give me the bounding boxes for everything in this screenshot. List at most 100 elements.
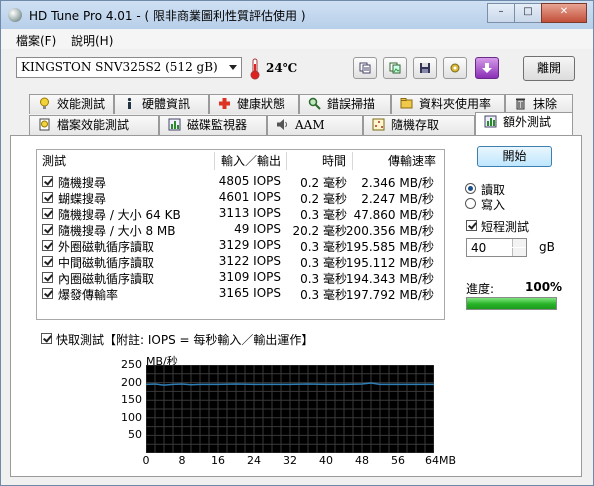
app-disk-icon — [8, 8, 22, 22]
menu-bar: 檔案(F) 說明(H) — [1, 29, 593, 49]
caption-buttons: – □ ✕ — [487, 3, 587, 23]
col-header-ops: 輸入／輸出 — [221, 154, 282, 168]
exit-button[interactable]: 離開 — [523, 56, 575, 81]
download-button[interactable] — [475, 57, 499, 79]
row-test-name: 隨機搜尋 / 大小 64 KB — [58, 208, 181, 222]
row-rate: 2.247 MB/秒 — [361, 192, 434, 206]
menu-file[interactable]: 檔案(F) — [16, 32, 56, 49]
menu-help[interactable]: 說明(H) — [71, 32, 113, 49]
app-window: HD Tune Pro 4.01 - ( 限非商業圖利性質評估使用 ) – □ … — [0, 0, 594, 486]
row-checkbox[interactable] — [42, 192, 53, 203]
file-benchmark-icon — [39, 118, 50, 131]
header-separator — [352, 152, 353, 170]
row-rate: 195.585 MB/秒 — [345, 240, 434, 254]
row-checkbox[interactable] — [42, 240, 53, 251]
chart-y-tick-label: 200 — [121, 375, 142, 389]
save-button[interactable] — [413, 57, 437, 79]
maximize-button[interactable]: □ — [514, 3, 542, 23]
row-test-name: 隨機搜尋 / 大小 8 MB — [58, 224, 176, 238]
chart-x-tick-label: 56 — [391, 454, 405, 467]
start-button[interactable]: 開始 — [477, 146, 552, 167]
quick-test-checkbox[interactable] — [41, 333, 52, 344]
row-test-name: 蝴蝶搜尋 — [58, 192, 107, 206]
quick-test-label: 快取測試【附註: IOPS = 每秒輸入／輸出運作】 — [56, 333, 314, 347]
random-access-icon — [372, 118, 385, 131]
row-checkbox[interactable] — [42, 224, 53, 235]
progress-label: 進度: — [466, 282, 495, 296]
table-row: 隨機搜尋 / 大小 64 KB 3113 IOPS 0.3 毫秒 47.860 … — [37, 206, 444, 222]
copy-icon — [359, 62, 371, 74]
short-test-size-stepper[interactable]: 40 — [466, 238, 527, 257]
speaker-icon — [277, 119, 287, 130]
row-checkbox[interactable] — [42, 272, 53, 283]
progress-value: 100% — [525, 280, 563, 294]
row-ops: 49 IOPS — [234, 222, 281, 236]
health-cross-icon — [219, 98, 230, 109]
chart-x-tick-label: 32 — [283, 454, 297, 467]
row-ops: 4601 IOPS — [218, 190, 281, 204]
row-time: 0.2 毫秒 — [300, 192, 347, 206]
thermometer-icon — [250, 58, 260, 80]
row-test-name: 隨機搜尋 — [58, 176, 107, 190]
col-header-time: 時間 — [322, 154, 347, 168]
tab-benchmark[interactable]: 效能測試 — [29, 94, 114, 114]
read-radio[interactable] — [465, 183, 476, 194]
results-table: 測試 輸入／輸出 時間 傳輸速率 隨機搜尋 4805 IOPS 0.2 毫秒 2… — [36, 149, 445, 320]
chart-x-tick-label: 64MB — [425, 454, 457, 467]
temperature-value: 24℃ — [266, 61, 298, 75]
window-title: HD Tune Pro 4.01 - ( 限非商業圖利性質評估使用 ) — [29, 9, 306, 23]
row-ops: 3129 IOPS — [218, 238, 281, 252]
progress-bar-fill — [467, 298, 556, 309]
chart-x-tick-label: 40 — [319, 454, 333, 467]
tab-file-benchmark[interactable]: 檔案效能測試 — [29, 115, 159, 135]
title-bar: HD Tune Pro 4.01 - ( 限非商業圖利性質評估使用 ) – □ … — [1, 1, 593, 29]
row-rate: 194.343 MB/秒 — [345, 272, 434, 286]
short-test-checkbox[interactable] — [466, 220, 477, 231]
chart-y-tick-label: 100 — [121, 410, 142, 424]
tab-folder-usage[interactable]: 資料夾使用率 — [391, 94, 505, 114]
download-arrow-icon — [482, 63, 492, 73]
row-rate: 197.792 MB/秒 — [345, 288, 434, 302]
chart-y-tick-label: 250 — [121, 358, 142, 371]
tab-aam[interactable]: AAM — [267, 115, 363, 135]
tab-disk-monitor[interactable]: 磁碟監視器 — [159, 115, 267, 135]
copy-text-button[interactable] — [353, 57, 377, 79]
size-unit-label: gB — [539, 240, 555, 254]
tab-error-scan[interactable]: 錯誤掃描 — [299, 94, 391, 114]
tab-extra-tests[interactable]: 額外測試 — [475, 112, 573, 135]
table-row: 中間磁軌循序讀取 3122 IOPS 0.3 毫秒 195.112 MB/秒 — [37, 254, 444, 270]
trash-icon — [516, 98, 525, 110]
tab-health[interactable]: 健康狀態 — [209, 94, 299, 114]
options-button[interactable] — [443, 57, 467, 79]
row-time: 0.2 毫秒 — [300, 176, 347, 190]
write-radio[interactable] — [465, 198, 476, 209]
tab-random-access[interactable]: 隨機存取 — [363, 115, 475, 135]
benchmark-icon — [40, 97, 49, 109]
spin-up-arrow-icon[interactable] — [512, 239, 526, 247]
tab-info[interactable]: 硬體資訊 — [114, 94, 209, 114]
minimize-button[interactable]: – — [487, 3, 515, 23]
copy-screenshot-button[interactable] — [383, 57, 407, 79]
row-time: 0.3 毫秒 — [300, 240, 347, 254]
table-row: 內圈磁軌循序讀取 3109 IOPS 0.3 毫秒 194.343 MB/秒 — [37, 270, 444, 286]
chart-y-tick-label: 150 — [121, 393, 142, 407]
row-test-name: 外圈磁軌循序讀取 — [58, 240, 155, 254]
row-checkbox[interactable] — [42, 288, 53, 299]
drive-select[interactable]: KINGSTON SNV325S2 (512 gB) — [16, 57, 242, 78]
close-button[interactable]: ✕ — [541, 3, 587, 23]
chart-x-tick-label: 24 — [247, 454, 261, 467]
row-time: 20.2 毫秒 — [292, 224, 347, 238]
tab-erase[interactable]: 抹除 — [505, 94, 573, 114]
row-checkbox[interactable] — [42, 208, 53, 219]
progress-bar — [466, 297, 557, 310]
drive-select-value: KINGSTON SNV325S2 (512 gB) — [21, 60, 218, 74]
row-rate: 200.356 MB/秒 — [345, 224, 434, 238]
table-row: 外圈磁軌循序讀取 3129 IOPS 0.3 毫秒 195.585 MB/秒 — [37, 238, 444, 254]
row-checkbox[interactable] — [42, 176, 53, 187]
row-checkbox[interactable] — [42, 256, 53, 267]
row-rate: 2.346 MB/秒 — [361, 176, 434, 190]
row-ops: 3113 IOPS — [218, 206, 281, 220]
short-test-label: 短程測試 — [481, 220, 530, 234]
row-time: 0.3 毫秒 — [300, 208, 347, 222]
spin-down-arrow-icon[interactable] — [512, 248, 526, 256]
